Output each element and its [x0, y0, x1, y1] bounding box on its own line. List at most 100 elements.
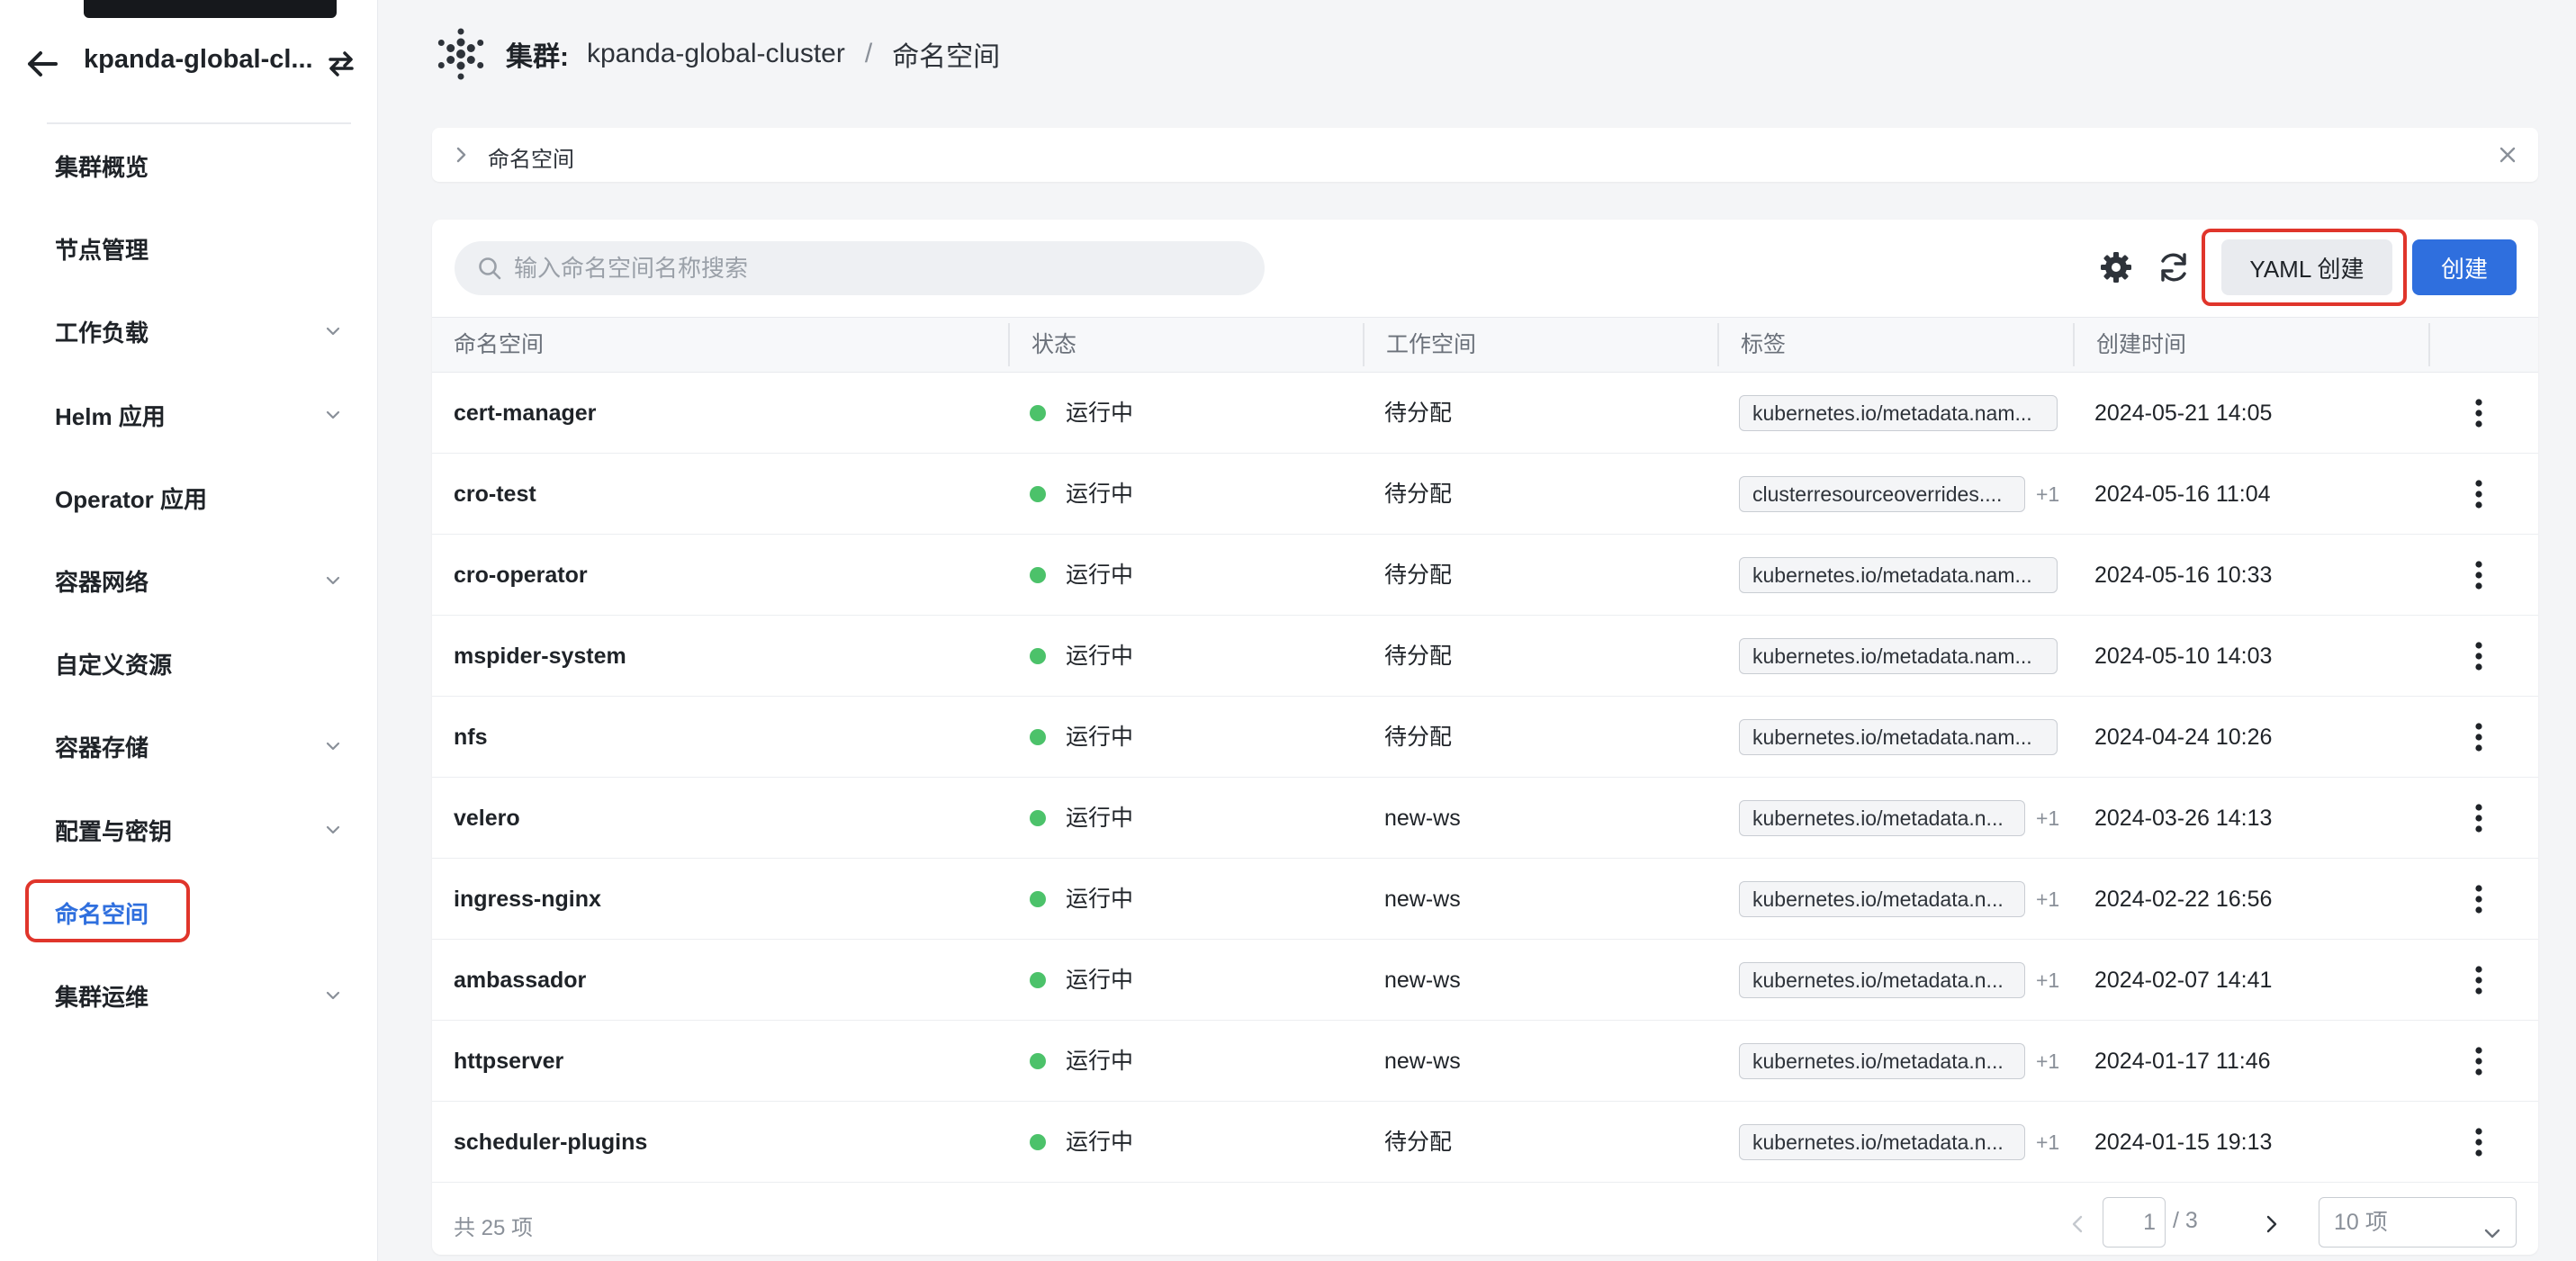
namespace-name-link[interactable]: velero — [454, 778, 520, 859]
sidebar-item[interactable]: 工作负载 — [25, 301, 360, 362]
column-header-workspace[interactable]: 工作空间 — [1363, 323, 1476, 366]
namespace-name-link[interactable]: cro-test — [454, 454, 536, 535]
breadcrumb-cluster-link[interactable]: kpanda-global-cluster — [587, 39, 845, 69]
workspace-cell: new-ws — [1384, 806, 1461, 831]
refresh-icon[interactable] — [2155, 248, 2193, 286]
sidebar-item-label: 配置与密钥 — [55, 817, 173, 845]
namespace-name-link[interactable]: httpserver — [454, 1021, 563, 1102]
extra-labels-count[interactable]: +1 — [2036, 1102, 2059, 1183]
panel-title: 命名空间 — [488, 148, 574, 172]
status-dot — [1030, 648, 1046, 664]
workspace-cell: 待分配 — [1384, 401, 1453, 426]
breadcrumb-separator: / — [864, 39, 873, 68]
status-dot — [1030, 1134, 1046, 1150]
prev-page-icon[interactable] — [2061, 1208, 2094, 1240]
status-cell: 运行中 — [1030, 373, 1133, 454]
namespace-name-link[interactable]: nfs — [454, 697, 488, 778]
created-time-cell: 2024-05-16 11:04 — [2094, 482, 2271, 507]
sidebar-item-label: 工作负载 — [55, 319, 149, 347]
sidebar-item[interactable]: 集群概览 — [25, 135, 360, 196]
switch-cluster-icon[interactable] — [324, 47, 358, 81]
label-tag: kubernetes.io/metadata.n... — [1739, 800, 2025, 836]
extra-labels-count[interactable]: +1 — [2036, 1021, 2059, 1102]
label-tag: kubernetes.io/metadata.n... — [1739, 962, 2025, 998]
column-header-status[interactable]: 状态 — [1008, 323, 1076, 366]
more-actions-icon[interactable] — [2461, 454, 2497, 535]
labels-cell: kubernetes.io/metadata.n... +1 — [1739, 940, 2059, 1021]
workspace-cell: new-ws — [1384, 887, 1461, 912]
namespace-name-link[interactable]: cert-manager — [454, 373, 596, 454]
sidebar-item[interactable]: 容器网络 — [25, 550, 360, 611]
table-header: 命名空间 状态 工作空间 标签 创建时间 — [432, 317, 2538, 373]
created-time-cell: 2024-05-21 14:05 — [2094, 401, 2273, 426]
sidebar-item[interactable]: 集群运维 — [25, 965, 360, 1026]
status-cell: 运行中 — [1030, 697, 1133, 778]
extra-labels-count[interactable]: +1 — [2036, 940, 2059, 1021]
label-tag: kubernetes.io/metadata.n... — [1739, 1124, 2025, 1160]
created-time-cell: 2024-05-10 14:03 — [2094, 644, 2273, 669]
label-tag: kubernetes.io/metadata.n... — [1739, 1043, 2025, 1079]
more-actions-icon[interactable] — [2461, 1021, 2497, 1102]
extra-labels-count[interactable]: +1 — [2036, 859, 2059, 940]
column-header-labels[interactable]: 标签 — [1717, 323, 1786, 366]
status-cell: 运行中 — [1030, 454, 1133, 535]
search-input[interactable] — [514, 254, 1216, 283]
labels-cell: kubernetes.io/metadata.n... +1 — [1739, 778, 2059, 859]
namespace-name-link[interactable]: ambassador — [454, 940, 586, 1021]
more-actions-icon[interactable] — [2461, 697, 2497, 778]
labels-cell: kubernetes.io/metadata.nam... — [1739, 535, 2058, 616]
sidebar-item-label: 集群运维 — [55, 983, 149, 1011]
search-icon — [476, 255, 503, 282]
table-row: cro-test 运行中 待分配 clusterresourceoverrides..… — [432, 454, 2538, 535]
status-text: 运行中 — [1066, 563, 1134, 588]
more-actions-icon[interactable] — [2461, 778, 2497, 859]
page-size-value: 10 项 — [2334, 1210, 2388, 1235]
labels-cell: kubernetes.io/metadata.nam... — [1739, 697, 2058, 778]
extra-labels-count[interactable]: +1 — [2036, 778, 2059, 859]
sidebar-item[interactable]: 自定义资源 — [25, 633, 360, 694]
status-dot — [1030, 567, 1046, 583]
settings-gear-icon[interactable] — [2097, 248, 2135, 286]
more-actions-icon[interactable] — [2461, 859, 2497, 940]
page-number-input[interactable] — [2103, 1197, 2166, 1247]
sidebar-item[interactable]: Helm 应用 — [25, 384, 360, 446]
namespace-name-link[interactable]: ingress-nginx — [454, 859, 601, 940]
more-actions-icon[interactable] — [2461, 373, 2497, 454]
status-text: 运行中 — [1066, 806, 1134, 831]
sidebar-item[interactable]: Operator 应用 — [25, 467, 360, 528]
extra-labels-count[interactable]: +1 — [2036, 454, 2059, 535]
status-cell: 运行中 — [1030, 859, 1133, 940]
sidebar-item[interactable]: 命名空间 — [25, 882, 360, 943]
next-page-icon[interactable] — [2256, 1208, 2288, 1240]
status-cell: 运行中 — [1030, 616, 1133, 697]
sidebar-item[interactable]: 节点管理 — [25, 218, 360, 279]
yaml-create-button[interactable]: YAML 创建 — [2221, 239, 2392, 295]
namespace-name-link[interactable]: cro-operator — [454, 535, 588, 616]
namespace-name-link[interactable]: scheduler-plugins — [454, 1102, 647, 1183]
sidebar-divider — [47, 122, 351, 124]
column-header-namespace[interactable]: 命名空间 — [432, 318, 544, 372]
namespace-name-link[interactable]: mspider-system — [454, 616, 626, 697]
created-time-cell: 2024-02-22 16:56 — [2094, 887, 2273, 912]
status-dot — [1030, 891, 1046, 907]
create-button[interactable]: 创建 — [2412, 239, 2517, 295]
created-time-cell: 2024-04-24 10:26 — [2094, 725, 2273, 750]
sidebar-item-label: 容器网络 — [55, 568, 149, 596]
sidebar-item[interactable]: 配置与密钥 — [25, 799, 360, 860]
back-arrow-icon[interactable] — [25, 47, 59, 81]
table-row: ingress-nginx 运行中 new-ws kubernetes.io/meta… — [432, 859, 2538, 940]
more-actions-icon[interactable] — [2461, 616, 2497, 697]
label-tag: kubernetes.io/metadata.nam... — [1739, 395, 2058, 431]
sidebar-item-label: 容器存储 — [55, 734, 149, 761]
more-actions-icon[interactable] — [2461, 940, 2497, 1021]
page-size-select[interactable]: 10 项 — [2319, 1197, 2517, 1247]
close-icon[interactable] — [2495, 142, 2520, 167]
more-actions-icon[interactable] — [2461, 1102, 2497, 1183]
more-actions-icon[interactable] — [2461, 535, 2497, 616]
workspace-cell: new-ws — [1384, 1049, 1461, 1074]
status-text: 运行中 — [1066, 482, 1134, 507]
column-header-created-time[interactable]: 创建时间 — [2073, 323, 2186, 366]
sidebar-item[interactable]: 容器存储 — [25, 716, 360, 777]
breadcrumb: 集群: kpanda-global-cluster / 命名空间 — [506, 34, 1000, 74]
chevron-right-icon[interactable] — [450, 144, 472, 166]
